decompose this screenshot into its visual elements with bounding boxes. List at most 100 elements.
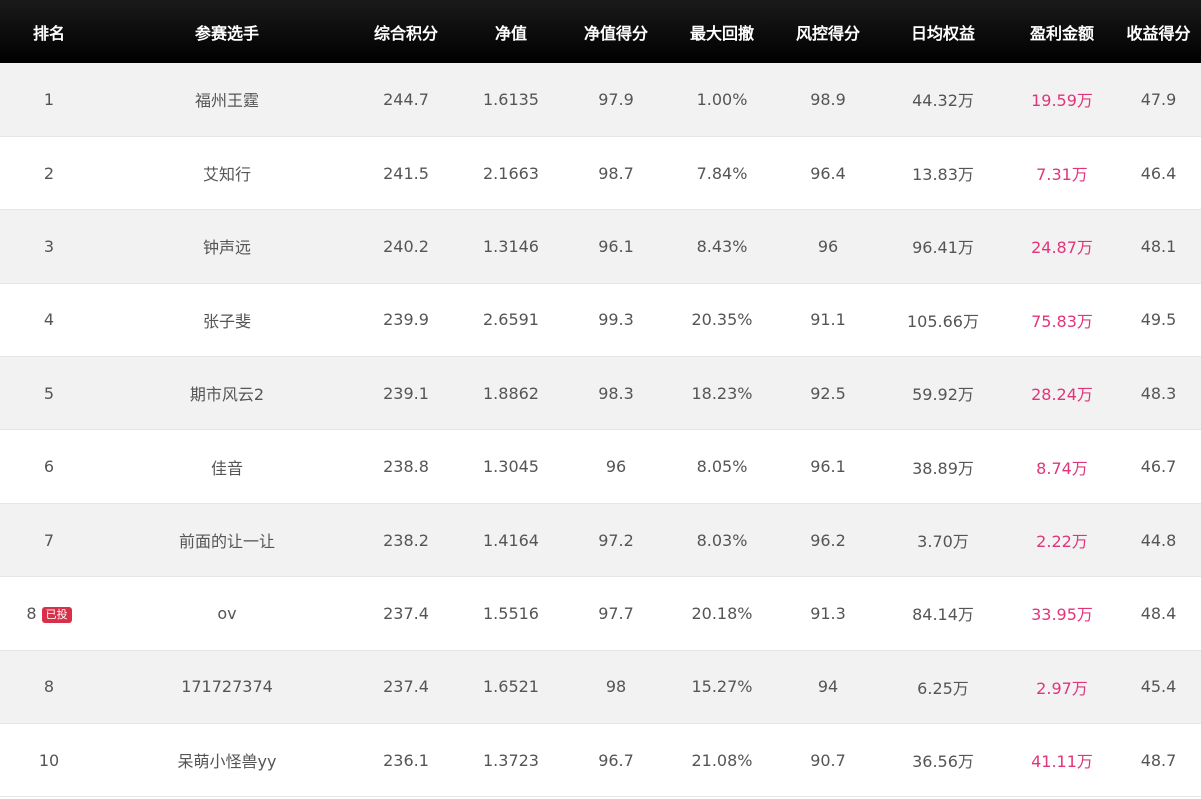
max-drawdown-cell: 21.08% <box>666 723 778 798</box>
nav-cell: 1.6521 <box>456 650 566 725</box>
score-cell: 241.5 <box>356 136 456 211</box>
table-row: 8 已投 ov 237.4 1.5516 97.7 20.18% 91.3 84.… <box>0 576 1201 651</box>
player-cell[interactable]: 呆萌小怪兽yy <box>98 723 356 798</box>
player-cell[interactable]: 期市风云2 <box>98 356 356 431</box>
header-score: 综合积分 <box>373 23 438 43</box>
rank-cell: 10 <box>0 723 98 798</box>
rank-number: 10 <box>38 750 60 770</box>
table-row: 4 张子斐 239.9 2.6591 99.3 20.35% 91.1 105.… <box>0 283 1201 358</box>
player-cell[interactable]: 佳音 <box>98 429 356 504</box>
avg-equity-cell: 44.32万 <box>878 63 1008 137</box>
max-drawdown-cell: 20.18% <box>666 576 778 651</box>
table-row: 3 钟声远 240.2 1.3146 96.1 8.43% 96 96.41万 … <box>0 209 1201 284</box>
nav-score-cell: 97.7 <box>566 576 666 651</box>
nav-cell: 1.5516 <box>456 576 566 651</box>
return-score-cell: 48.3 <box>1116 356 1201 431</box>
header-nav-score: 净值得分 <box>583 23 648 43</box>
nav-cell: 1.6135 <box>456 63 566 137</box>
table-row: 10 呆萌小怪兽yy 236.1 1.3723 96.7 21.08% 90.7… <box>0 723 1201 798</box>
return-score-cell: 48.7 <box>1116 723 1201 798</box>
nav-score-cell: 97.2 <box>566 503 666 578</box>
player-cell[interactable]: ov <box>98 576 356 651</box>
header-profit: 盈利金额 <box>1029 23 1094 43</box>
rank-number: 8 <box>26 603 37 623</box>
nav-cell: 1.3045 <box>456 429 566 504</box>
profit-cell: 19.59万 <box>1008 63 1116 137</box>
header-player: 参赛选手 <box>194 23 259 43</box>
max-drawdown-cell: 15.27% <box>666 650 778 725</box>
score-cell: 237.4 <box>356 576 456 651</box>
score-cell: 238.2 <box>356 503 456 578</box>
player-cell[interactable]: 钟声远 <box>98 209 356 284</box>
max-drawdown-cell: 8.05% <box>666 429 778 504</box>
rank-cell: 4 <box>0 283 98 358</box>
table-header-row: 排名 参赛选手 综合积分 净值 净值得分 最大回撤 风控得分 日均权益 盈利金额… <box>0 0 1201 63</box>
header-rank: 排名 <box>32 23 65 43</box>
player-cell[interactable]: 张子斐 <box>98 283 356 358</box>
rank-cell: 2 <box>0 136 98 211</box>
table-row: 2 艾知行 241.5 2.1663 98.7 7.84% 96.4 13.83… <box>0 136 1201 211</box>
profit-cell: 7.31万 <box>1008 136 1116 211</box>
rank-number: 7 <box>43 530 55 550</box>
score-cell: 239.1 <box>356 356 456 431</box>
avg-equity-cell: 105.66万 <box>878 283 1008 358</box>
rank-cell: 3 <box>0 209 98 284</box>
header-max-drawdown: 最大回撤 <box>689 23 754 43</box>
player-cell[interactable]: 福州王霆 <box>98 63 356 137</box>
rank-cell: 5 <box>0 356 98 431</box>
rank-number: 6 <box>43 457 55 477</box>
nav-score-cell: 96.7 <box>566 723 666 798</box>
score-cell: 237.4 <box>356 650 456 725</box>
risk-score-cell: 96.1 <box>778 429 878 504</box>
score-cell: 238.8 <box>356 429 456 504</box>
avg-equity-cell: 84.14万 <box>878 576 1008 651</box>
player-cell[interactable]: 171727374 <box>98 650 356 725</box>
table-row: 8 171727374 237.4 1.6521 98 15.27% 94 6.… <box>0 650 1201 725</box>
header-risk-score: 风控得分 <box>795 23 860 43</box>
rank-cell: 8 <box>0 650 98 725</box>
profit-cell: 24.87万 <box>1008 209 1116 284</box>
rank-number: 2 <box>43 163 55 183</box>
header-nav: 净值 <box>494 23 527 43</box>
rank-cell: 6 <box>0 429 98 504</box>
rank-cell: 1 <box>0 63 98 137</box>
nav-cell: 1.4164 <box>456 503 566 578</box>
table-row: 6 佳音 238.8 1.3045 96 8.05% 96.1 38.89万 8… <box>0 429 1201 504</box>
header-avg-equity: 日均权益 <box>910 23 975 43</box>
risk-score-cell: 92.5 <box>778 356 878 431</box>
nav-cell: 1.8862 <box>456 356 566 431</box>
profit-cell: 2.97万 <box>1008 650 1116 725</box>
return-score-cell: 46.4 <box>1116 136 1201 211</box>
max-drawdown-cell: 7.84% <box>666 136 778 211</box>
risk-score-cell: 91.1 <box>778 283 878 358</box>
avg-equity-cell: 59.92万 <box>878 356 1008 431</box>
max-drawdown-cell: 1.00% <box>666 63 778 137</box>
return-score-cell: 47.9 <box>1116 63 1201 137</box>
rank-number: 4 <box>43 310 55 330</box>
rank-cell: 8 已投 <box>0 576 98 651</box>
nav-score-cell: 96.1 <box>566 209 666 284</box>
header-return-score: 收益得分 <box>1126 23 1191 43</box>
score-cell: 240.2 <box>356 209 456 284</box>
player-cell[interactable]: 艾知行 <box>98 136 356 211</box>
profit-cell: 8.74万 <box>1008 429 1116 504</box>
nav-score-cell: 96 <box>566 429 666 504</box>
rank-number: 5 <box>43 383 55 403</box>
risk-score-cell: 94 <box>778 650 878 725</box>
return-score-cell: 45.4 <box>1116 650 1201 725</box>
profit-cell: 33.95万 <box>1008 576 1116 651</box>
profit-cell: 75.83万 <box>1008 283 1116 358</box>
rank-number: 1 <box>43 89 55 109</box>
risk-score-cell: 96.2 <box>778 503 878 578</box>
rank-number: 3 <box>43 236 55 256</box>
return-score-cell: 46.7 <box>1116 429 1201 504</box>
return-score-cell: 48.4 <box>1116 576 1201 651</box>
avg-equity-cell: 3.70万 <box>878 503 1008 578</box>
max-drawdown-cell: 8.03% <box>666 503 778 578</box>
max-drawdown-cell: 18.23% <box>666 356 778 431</box>
nav-score-cell: 98.3 <box>566 356 666 431</box>
rank-cell: 7 <box>0 503 98 578</box>
nav-score-cell: 99.3 <box>566 283 666 358</box>
nav-score-cell: 98 <box>566 650 666 725</box>
player-cell[interactable]: 前面的让一让 <box>98 503 356 578</box>
